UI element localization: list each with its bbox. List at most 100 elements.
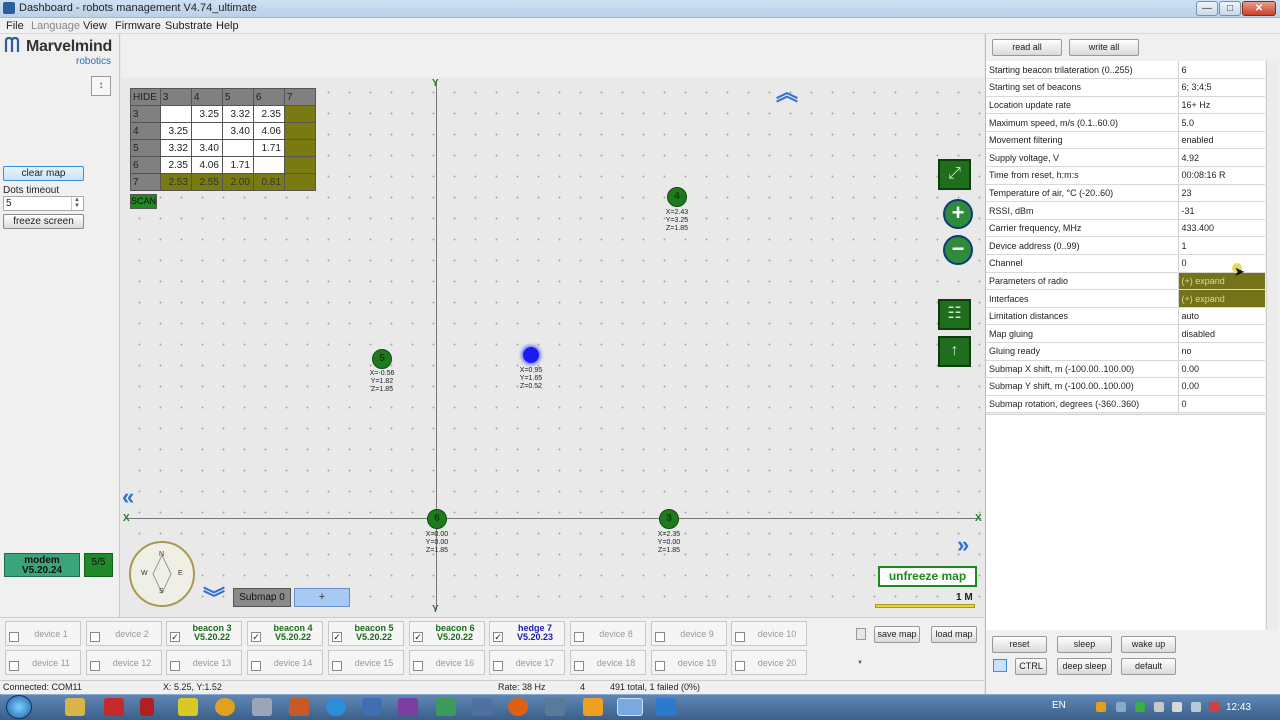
device-slot[interactable]: device 16 [409, 650, 485, 675]
tray-network-icon[interactable] [1116, 702, 1126, 712]
scan-button[interactable]: SCAN [130, 194, 157, 209]
settings-scrollbar[interactable] [1266, 61, 1278, 630]
tray-battery-icon[interactable] [1135, 702, 1145, 712]
device-checkbox[interactable] [251, 661, 261, 671]
device-slot[interactable]: ✓ beacon 5 V5.20.22 [328, 621, 404, 646]
ctrl-button[interactable]: CTRL [1015, 658, 1047, 675]
parameter-value[interactable]: enabled [1178, 131, 1265, 150]
start-menu-icon[interactable] [6, 695, 32, 719]
parameter-value[interactable]: 00:08:16 R [1178, 166, 1265, 185]
r-app-icon[interactable] [289, 698, 309, 716]
dashboard-app-icon[interactable] [617, 698, 643, 716]
device-checkbox[interactable] [493, 661, 503, 671]
device-slot[interactable]: ✓ beacon 6 V5.20.22 [409, 621, 485, 646]
menu-substrate[interactable]: Substrate [165, 20, 212, 32]
ctrl-checkbox[interactable] [993, 659, 1007, 672]
beacon-3-marker[interactable]: 3 [659, 509, 679, 529]
sleep-button[interactable]: sleep [1057, 636, 1112, 653]
beacon-5-marker[interactable]: 5 [372, 349, 392, 369]
device-slot[interactable]: device 18 [570, 650, 646, 675]
beacon-6-marker[interactable]: 6 [427, 509, 447, 529]
parameter-value[interactable]: 6 [1178, 61, 1265, 80]
submap-tab[interactable]: Submap 0 [233, 588, 291, 607]
device-checkbox[interactable] [574, 661, 584, 671]
parameter-value[interactable]: no [1178, 342, 1265, 361]
fit-map-icon[interactable]: ⤢ [938, 159, 971, 190]
chrome-icon[interactable] [215, 698, 235, 716]
device-checkbox[interactable]: ✓ [251, 632, 261, 642]
device-slot[interactable]: device 17 [489, 650, 565, 675]
device-slot[interactable]: ✓ beacon 3 V5.20.22 [166, 621, 242, 646]
device-checkbox[interactable]: ✓ [413, 632, 423, 642]
device-slot[interactable]: device 11 [5, 650, 81, 675]
modem-status[interactable]: modem V5.20.24 [4, 553, 80, 577]
write-all-button[interactable]: write all [1069, 39, 1139, 56]
pdf-reader-icon[interactable] [104, 698, 124, 716]
marvelmind-app-icon[interactable] [656, 698, 676, 716]
zoom-in-button[interactable]: + [943, 199, 973, 229]
deep-sleep-button[interactable]: deep sleep [1057, 658, 1112, 675]
device-list-scrollbar[interactable]: ▼ [855, 622, 867, 668]
device-checkbox[interactable]: ✓ [170, 632, 180, 642]
device-checkbox[interactable] [90, 661, 100, 671]
scroll-right-icon[interactable]: » [957, 534, 969, 556]
collapse-panel-button[interactable]: ↕ [91, 76, 111, 96]
hide-table-button[interactable]: HIDE [130, 88, 161, 106]
tray-wifi-icon[interactable] [1191, 702, 1201, 712]
device-checkbox[interactable] [735, 632, 745, 642]
device-checkbox[interactable] [332, 661, 342, 671]
parameter-value[interactable]: 23 [1178, 184, 1265, 203]
device-slot[interactable]: device 10 [731, 621, 807, 646]
freeze-screen-button[interactable]: freeze screen [3, 214, 84, 229]
close-button[interactable]: ✕ [1242, 1, 1276, 16]
device-checkbox[interactable] [655, 661, 665, 671]
device-slot[interactable]: device 8 [570, 621, 646, 646]
device-checkbox[interactable] [90, 632, 100, 642]
parameter-value[interactable]: 0.00 [1178, 360, 1265, 379]
window-app-icon[interactable] [362, 698, 382, 716]
parameter-value[interactable]: 0 [1178, 254, 1265, 273]
menu-help[interactable]: Help [216, 20, 239, 32]
menu-view[interactable]: View [83, 20, 107, 32]
folder-app-icon[interactable] [583, 698, 603, 716]
add-submap-button[interactable]: + [294, 588, 350, 607]
tray-folder-icon[interactable] [1096, 702, 1106, 712]
device-checkbox[interactable] [9, 661, 19, 671]
red-app-icon[interactable] [140, 698, 154, 716]
chip-app-icon[interactable] [472, 698, 492, 716]
device-checkbox[interactable] [655, 632, 665, 642]
device-slot[interactable]: device 19 [651, 650, 727, 675]
maximize-button[interactable]: □ [1219, 1, 1241, 16]
device-checkbox[interactable]: ✓ [493, 632, 503, 642]
parameter-value[interactable]: 433.400 [1178, 219, 1265, 238]
parameter-value[interactable]: 16+ Hz [1178, 96, 1265, 115]
parameter-value[interactable]: 6; 3;4;5 [1178, 78, 1265, 97]
firefox-icon[interactable] [508, 698, 528, 716]
scroll-up-icon[interactable]: ︽ [776, 82, 798, 104]
device-checkbox[interactable] [170, 661, 180, 671]
parameter-value[interactable]: -31 [1178, 201, 1265, 220]
zoom-out-button[interactable]: − [943, 235, 973, 265]
device-slot[interactable]: device 2 [86, 621, 162, 646]
device-checkbox[interactable] [574, 632, 584, 642]
grid-toggle-icon[interactable]: ☷ [938, 299, 971, 330]
minimize-button[interactable]: — [1196, 1, 1218, 16]
parameter-value[interactable]: (+) expand [1178, 272, 1265, 291]
load-map-button[interactable]: load map [931, 626, 977, 643]
menu-file[interactable]: File [6, 20, 24, 32]
device-checkbox[interactable] [413, 661, 423, 671]
parameter-value[interactable]: 5.0 [1178, 113, 1265, 132]
onenote-icon[interactable] [398, 698, 418, 716]
parameter-value[interactable]: disabled [1178, 324, 1265, 343]
device-checkbox[interactable] [9, 632, 19, 642]
device-slot[interactable]: device 15 [328, 650, 404, 675]
parameter-value[interactable]: 0 [1178, 395, 1265, 414]
tray-volume-icon[interactable] [1172, 702, 1182, 712]
device-slot[interactable]: device 14 [247, 650, 323, 675]
device-slot[interactable]: device 1 [5, 621, 81, 646]
unfreeze-map-button[interactable]: unfreeze map [878, 566, 977, 587]
device-slot[interactable]: ✓ hedge 7 V5.20.23 [489, 621, 565, 646]
map-up-arrow-icon[interactable]: ↑ [938, 336, 971, 367]
wake-up-button[interactable]: wake up [1121, 636, 1176, 653]
read-all-button[interactable]: read all [992, 39, 1062, 56]
